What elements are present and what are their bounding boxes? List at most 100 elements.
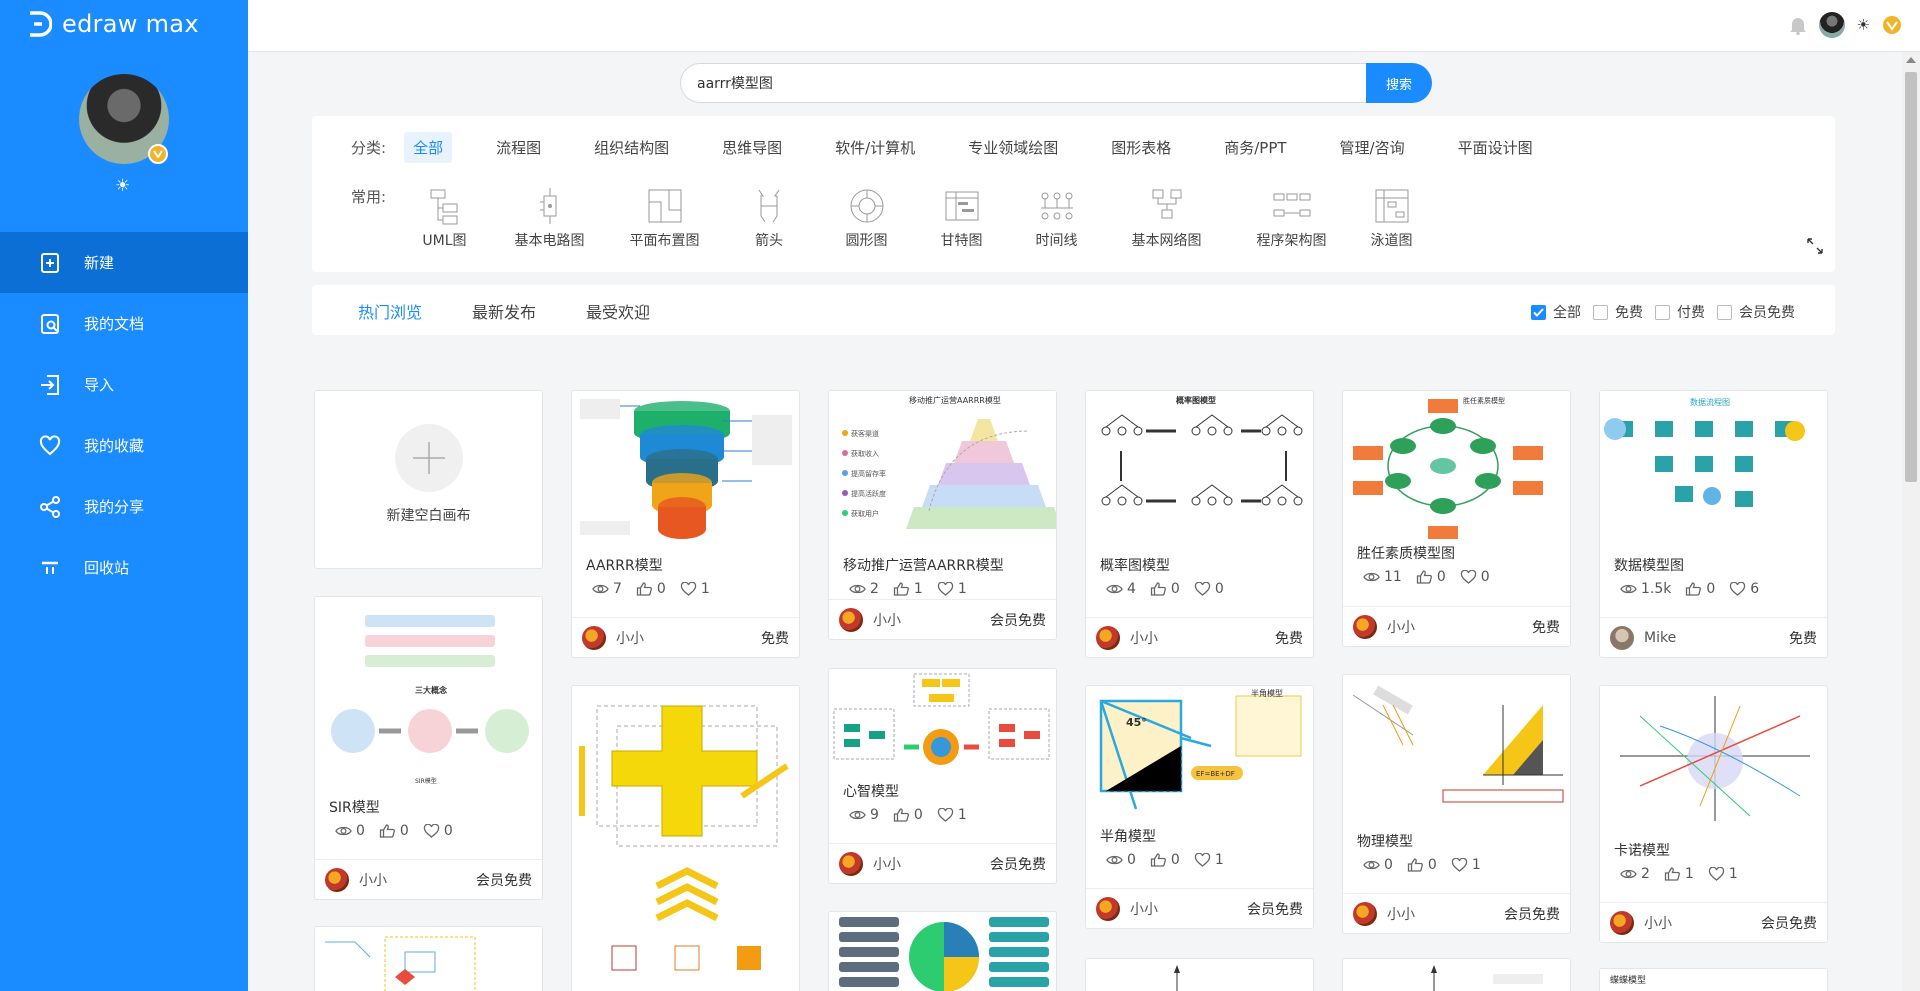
template-card[interactable]: 胜任素质模型 胜任素质模型图 11 0 0 小小 免费 <box>1342 390 1571 647</box>
like-thumb-icon[interactable] <box>893 582 910 596</box>
scroll-thumb[interactable] <box>1905 72 1917 482</box>
category-item[interactable]: 软件/计算机 <box>826 132 924 163</box>
author-name[interactable]: 小小 <box>1644 913 1761 933</box>
vip-crown-icon[interactable] <box>1882 15 1902 35</box>
like-thumb-icon[interactable] <box>1150 853 1167 867</box>
like-thumb-icon[interactable] <box>379 824 396 838</box>
bell-icon[interactable] <box>1789 15 1807 35</box>
like-thumb-icon[interactable] <box>1664 867 1681 881</box>
category-item[interactable]: 商务/PPT <box>1215 132 1295 163</box>
filter-free[interactable]: 免费 <box>1593 302 1643 322</box>
favs-stat[interactable]: 1 <box>1708 866 1738 882</box>
category-item[interactable]: 思维导图 <box>713 132 791 163</box>
filter-member-free[interactable]: 会员免费 <box>1717 302 1795 322</box>
scroll-up-arrow-icon[interactable] <box>1906 57 1916 63</box>
like-thumb-icon[interactable] <box>1416 570 1433 584</box>
favs-stat[interactable]: 0 <box>1460 569 1490 585</box>
favs-stat[interactable]: 0 <box>423 823 453 839</box>
brand[interactable]: edraw max <box>26 10 199 38</box>
favs-stat[interactable]: 1 <box>937 581 967 597</box>
favs-stat[interactable]: 6 <box>1729 581 1759 597</box>
common-item-timeline[interactable]: 时间线 <box>1034 186 1079 250</box>
template-card[interactable]: 移动推广运营AARRR模型 获客渠道 获取收入 提高留存率 提高活跃度 获取用户 移动推广运… <box>828 390 1057 640</box>
nav-item-import[interactable]: 导入 <box>0 354 248 415</box>
common-item-uml[interactable]: UML图 <box>417 186 472 250</box>
favorite-heart-icon[interactable] <box>423 824 440 838</box>
template-card[interactable]: AARRR模型 7 0 1 小小 免费 <box>571 390 800 658</box>
card-title[interactable]: AARRR模型 <box>572 551 799 574</box>
likes-stat[interactable]: 0 <box>1416 569 1446 585</box>
likes-stat[interactable]: 0 <box>379 823 409 839</box>
theme-sun-icon[interactable]: ☀ <box>1857 16 1870 34</box>
card-title[interactable]: 概率图模型 <box>1086 551 1313 574</box>
category-item[interactable]: 平面设计图 <box>1449 132 1542 163</box>
author-name[interactable]: Mike <box>1644 630 1789 646</box>
common-item-circuit[interactable]: 基本电路图 <box>512 186 587 250</box>
card-title[interactable]: SIR模型 <box>315 793 542 816</box>
author-name[interactable]: 小小 <box>1130 899 1247 919</box>
template-card[interactable]: 蝶蝶模型 <box>1599 968 1828 991</box>
like-thumb-icon[interactable] <box>636 582 653 596</box>
likes-stat[interactable]: 1 <box>893 581 923 597</box>
card-title[interactable]: 胜任素质模型图 <box>1343 539 1570 562</box>
template-card[interactable]: 卡诺模型 2 1 1 小小 会员免费 <box>1599 685 1828 943</box>
favs-stat[interactable]: 1 <box>1451 857 1481 873</box>
likes-stat[interactable]: 0 <box>1685 581 1715 597</box>
like-thumb-icon[interactable] <box>893 808 910 822</box>
favs-stat[interactable]: 1 <box>937 807 967 823</box>
nav-item-trash[interactable]: 回收站 <box>0 537 248 598</box>
author-avatar[interactable] <box>582 625 606 650</box>
favorite-heart-icon[interactable] <box>1460 570 1477 584</box>
template-card[interactable] <box>1085 958 1314 991</box>
author-name[interactable]: 小小 <box>359 870 476 890</box>
common-item-gantt[interactable]: 甘特图 <box>939 186 984 250</box>
card-title[interactable]: 移动推广运营AARRR模型 <box>829 551 1056 574</box>
theme-sun-icon[interactable]: ☀ <box>115 176 130 196</box>
nav-item-my-docs[interactable]: 我的文档 <box>0 293 248 354</box>
template-card[interactable]: 物理模型 0 0 1 小小 会员免费 <box>1342 674 1571 934</box>
favorite-heart-icon[interactable] <box>1194 853 1211 867</box>
likes-stat[interactable]: 1 <box>1664 866 1694 882</box>
author-avatar[interactable] <box>839 607 863 632</box>
tab-hot[interactable]: 热门浏览 <box>358 299 422 323</box>
favorite-heart-icon[interactable] <box>1708 867 1725 881</box>
common-item-arrow[interactable]: 箭头 <box>754 186 784 250</box>
card-title[interactable]: 心智模型 <box>829 777 1056 800</box>
like-thumb-icon[interactable] <box>1407 858 1424 872</box>
template-card[interactable]: 概率图模型 概率图模型 4 0 0 小小 免费 <box>1085 390 1314 658</box>
top-user-avatar[interactable] <box>1818 12 1845 38</box>
author-name[interactable]: 小小 <box>873 854 990 874</box>
favorite-heart-icon[interactable] <box>937 808 954 822</box>
template-card[interactable] <box>571 685 800 991</box>
author-name[interactable]: 小小 <box>873 610 990 630</box>
favorite-heart-icon[interactable] <box>1451 858 1468 872</box>
template-card[interactable]: 数据流程图 数据模型图 1.5k 0 6 Mike 免费 <box>1599 390 1828 658</box>
like-thumb-icon[interactable] <box>1150 582 1167 596</box>
filter-all[interactable]: 全部 <box>1531 302 1581 322</box>
tab-latest[interactable]: 最新发布 <box>472 299 536 323</box>
author-avatar[interactable] <box>1096 896 1120 921</box>
category-item[interactable]: 全部 <box>404 132 453 163</box>
tab-popular[interactable]: 最受欢迎 <box>586 299 650 323</box>
common-item-circle[interactable]: 圆形图 <box>844 186 889 250</box>
common-item-network[interactable]: 基本网络图 <box>1129 186 1204 250</box>
common-item-architecture[interactable]: 程序架构图 <box>1254 186 1329 250</box>
template-card[interactable]: 心智模型 9 0 1 小小 会员免费 <box>828 668 1057 884</box>
template-card[interactable] <box>314 926 543 991</box>
author-name[interactable]: 小小 <box>1387 617 1532 637</box>
template-card[interactable] <box>1342 958 1571 991</box>
author-avatar[interactable] <box>839 851 863 876</box>
favorite-heart-icon[interactable] <box>1729 582 1746 596</box>
favorite-heart-icon[interactable] <box>1194 582 1211 596</box>
author-avatar[interactable] <box>1096 625 1120 650</box>
checkbox[interactable] <box>1593 304 1608 320</box>
expand-icon[interactable] <box>1807 238 1823 254</box>
author-name[interactable]: 小小 <box>616 628 761 648</box>
card-title[interactable]: 半角模型 <box>1086 822 1313 845</box>
category-item[interactable]: 图形表格 <box>1102 132 1180 163</box>
author-name[interactable]: 小小 <box>1387 904 1504 924</box>
favs-stat[interactable]: 1 <box>680 581 710 597</box>
like-thumb-icon[interactable] <box>1685 582 1702 596</box>
nav-item-new[interactable]: 新建 <box>0 232 248 293</box>
favs-stat[interactable]: 1 <box>1194 852 1224 868</box>
